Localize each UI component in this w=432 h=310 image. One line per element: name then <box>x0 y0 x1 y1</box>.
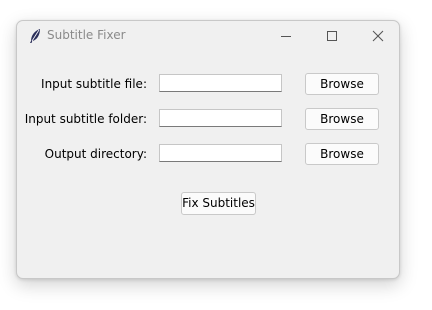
input-file-field[interactable] <box>159 74 282 92</box>
input-file-label: Input subtitle file: <box>41 77 147 91</box>
input-folder-field[interactable] <box>159 109 282 127</box>
close-icon <box>372 30 384 42</box>
app-window: Subtitle Fixer Input subtitle file: Brow… <box>16 20 400 279</box>
maximize-button[interactable] <box>309 21 355 51</box>
browse-folder-button[interactable]: Browse <box>305 108 379 130</box>
maximize-icon <box>327 31 337 41</box>
browse-output-button[interactable]: Browse <box>305 143 379 165</box>
browse-file-button[interactable]: Browse <box>305 73 379 95</box>
output-directory-field[interactable] <box>159 144 282 162</box>
feather-icon <box>28 28 42 44</box>
title-bar[interactable]: Subtitle Fixer <box>17 21 399 51</box>
fix-subtitles-button[interactable]: Fix Subtitles <box>181 192 256 215</box>
close-button[interactable] <box>355 21 401 51</box>
output-directory-label: Output directory: <box>44 147 147 161</box>
minimize-button[interactable] <box>263 21 309 51</box>
window-title: Subtitle Fixer <box>47 28 126 42</box>
minimize-icon <box>281 36 291 37</box>
input-folder-label: Input subtitle folder: <box>24 112 147 126</box>
